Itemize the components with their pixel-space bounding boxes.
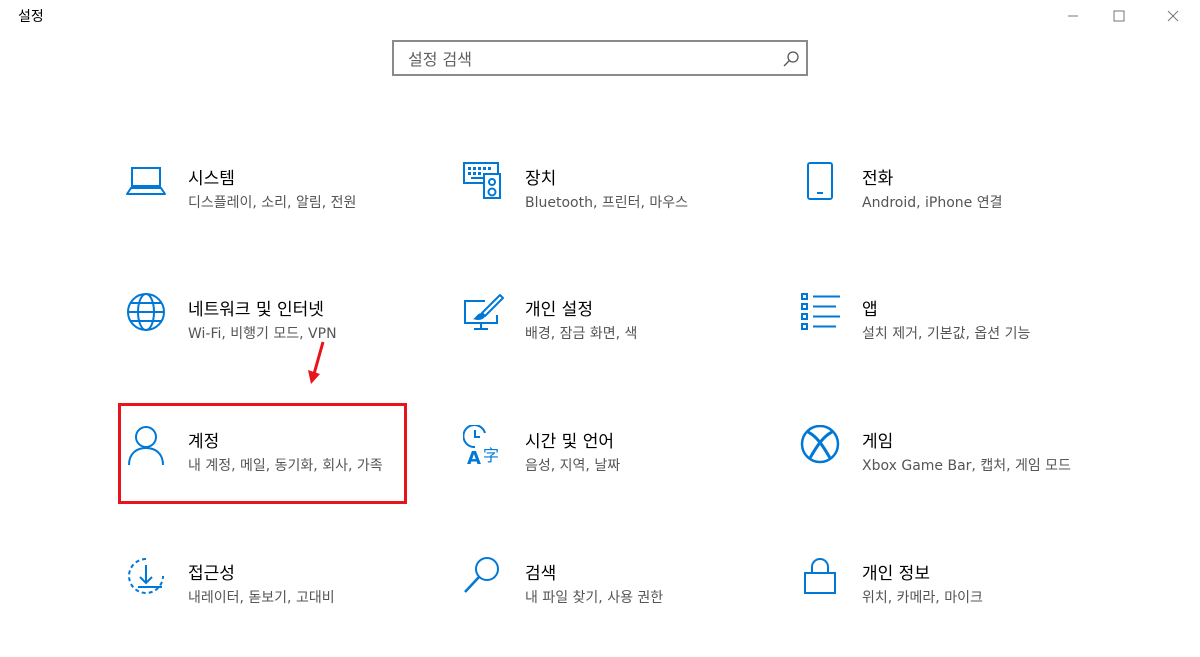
svg-text:字: 字 bbox=[483, 446, 499, 465]
title-bar: 설정 bbox=[0, 0, 1200, 32]
search-box[interactable] bbox=[392, 40, 808, 76]
maximize-button[interactable] bbox=[1096, 0, 1142, 32]
tile-gaming[interactable]: 게임 Xbox Game Bar, 캡처, 게임 모드 bbox=[800, 425, 1100, 525]
personalization-icon bbox=[464, 294, 504, 330]
tile-desc: 설치 제거, 기본값, 옵션 기능 bbox=[862, 326, 1031, 342]
close-button[interactable] bbox=[1150, 0, 1196, 32]
window-title: 설정 bbox=[18, 9, 44, 25]
tile-name: 장치 bbox=[525, 169, 557, 189]
tile-search[interactable]: 검색 내 파일 찾기, 사용 권한 bbox=[463, 557, 763, 657]
tile-desc: 내레이터, 돋보기, 고대비 bbox=[188, 590, 335, 606]
tile-apps[interactable]: 앱 설치 제거, 기본값, 옵션 기능 bbox=[800, 293, 1100, 393]
tile-system[interactable]: 시스템 디스플레이, 소리, 알림, 전원 bbox=[126, 162, 426, 262]
globe-icon bbox=[127, 293, 165, 331]
tile-name: 네트워크 및 인터넷 bbox=[188, 300, 324, 320]
tile-privacy[interactable]: 개인 정보 위치, 카메라, 마이크 bbox=[800, 557, 1100, 657]
tile-name: 접근성 bbox=[188, 564, 235, 584]
tile-desc: Wi-Fi, 비행기 모드, VPN bbox=[188, 326, 337, 342]
red-arrow-icon bbox=[308, 341, 325, 384]
tile-name: 게임 bbox=[862, 432, 894, 452]
tile-phone[interactable]: 전화 Android, iPhone 연결 bbox=[800, 162, 1100, 262]
phone-icon bbox=[807, 162, 833, 200]
tile-desc: Bluetooth, 프린터, 마우스 bbox=[525, 195, 689, 211]
maximize-icon bbox=[1113, 10, 1125, 22]
ease-of-access-icon bbox=[128, 558, 164, 594]
tile-ease-of-access[interactable]: 접근성 내레이터, 돋보기, 고대비 bbox=[126, 557, 426, 657]
devices-icon bbox=[463, 162, 501, 199]
tile-name: 전화 bbox=[862, 169, 894, 189]
tile-name: 개인 정보 bbox=[862, 564, 930, 584]
laptop-icon bbox=[126, 167, 166, 195]
tile-name: 시간 및 언어 bbox=[525, 432, 615, 452]
tile-desc: 배경, 잠금 화면, 색 bbox=[525, 326, 638, 342]
magnifier-icon[interactable] bbox=[782, 50, 800, 68]
tile-devices[interactable]: 장치 Bluetooth, 프린터, 마우스 bbox=[463, 162, 763, 262]
tile-name: 시스템 bbox=[188, 169, 235, 189]
tile-name: 앱 bbox=[862, 300, 878, 320]
tile-name: 개인 설정 bbox=[525, 300, 593, 320]
tile-name: 검색 bbox=[525, 564, 557, 584]
tile-desc: Android, iPhone 연결 bbox=[862, 195, 1003, 211]
svg-text:A: A bbox=[467, 448, 481, 469]
tile-desc: 음성, 지역, 날짜 bbox=[525, 458, 621, 474]
tile-desc: Xbox Game Bar, 캡처, 게임 모드 bbox=[862, 458, 1071, 474]
tile-desc: 디스플레이, 소리, 알림, 전원 bbox=[188, 195, 357, 211]
tile-desc: 위치, 카메라, 마이크 bbox=[862, 590, 983, 606]
highlight-box bbox=[118, 403, 407, 504]
tile-network[interactable]: 네트워크 및 인터넷 Wi-Fi, 비행기 모드, VPN bbox=[126, 293, 426, 393]
tile-personalization[interactable]: 개인 설정 배경, 잠금 화면, 색 bbox=[463, 293, 763, 393]
tile-time-language[interactable]: A 字 시간 및 언어 음성, 지역, 날짜 bbox=[463, 425, 763, 525]
time-language-icon: A 字 bbox=[463, 425, 499, 469]
xbox-icon bbox=[800, 425, 840, 464]
search-icon bbox=[464, 557, 499, 593]
minimize-icon bbox=[1068, 15, 1078, 17]
tile-desc: 내 파일 찾기, 사용 권한 bbox=[525, 590, 664, 606]
apps-list-icon bbox=[801, 293, 840, 330]
search-input[interactable] bbox=[408, 48, 768, 70]
lock-icon bbox=[804, 558, 836, 594]
minimize-button[interactable] bbox=[1050, 0, 1096, 32]
close-icon bbox=[1167, 10, 1179, 22]
